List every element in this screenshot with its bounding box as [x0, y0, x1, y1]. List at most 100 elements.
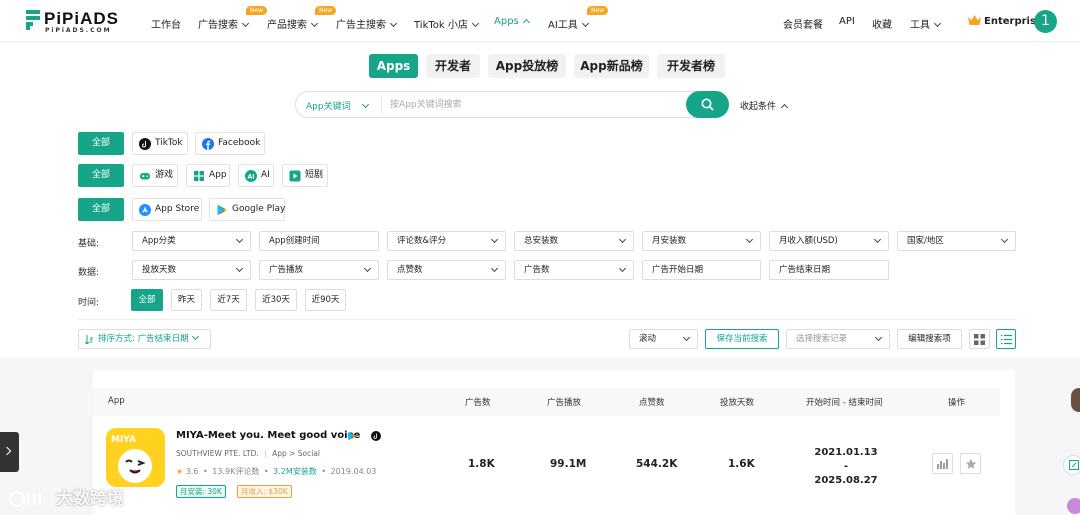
platform-facebook-chip[interactable]: Facebook [195, 132, 265, 155]
total-installs-select[interactable]: 总安装数 [514, 231, 634, 251]
monthly-revenue-select[interactable]: 月收入额(USD) [769, 231, 889, 251]
country-region-select[interactable]: 国家/地区 [897, 231, 1016, 251]
monthly-installs-tag: 月安装: 30K [176, 485, 226, 498]
grid-view-button[interactable] [969, 329, 990, 349]
brand-sub: PiPiADS.COM [45, 27, 112, 34]
ai-icon: AI [245, 170, 257, 182]
likes-select[interactable]: 点赞数 [387, 260, 506, 280]
sort-by-select[interactable]: 排序方式: 广告结束日期 [78, 329, 211, 349]
chat-widget-icon[interactable] [1067, 498, 1080, 514]
svg-text:AI: AI [248, 173, 255, 180]
platform-tiktok-chip[interactable]: TikTok [132, 132, 188, 155]
avatar[interactable]: 1 [1034, 10, 1057, 33]
category-short-drama-chip[interactable]: 短剧 [282, 164, 328, 187]
search-input[interactable] [390, 96, 680, 114]
col-ads[interactable]: 广告数 [465, 396, 491, 408]
nav-tiktok-shop[interactable]: TikTok 小店 [414, 16, 479, 31]
ad-end-date-picker[interactable]: 广告结束日期 [769, 260, 889, 280]
nav-favorites[interactable]: 收藏 [872, 16, 892, 31]
chevron-down-icon [361, 100, 369, 109]
nav-advertiser-search[interactable]: 广告主搜索 [336, 16, 398, 31]
category-ai-chip[interactable]: AI AI [238, 164, 274, 187]
store-all-button[interactable]: 全部 [78, 198, 124, 221]
ad-count-select[interactable]: 广告数 [514, 260, 634, 280]
tab-developers[interactable]: 开发者 [426, 54, 480, 78]
miya-app-logo-icon: MIYA [111, 435, 152, 483]
list-view-button[interactable] [996, 329, 1016, 349]
chevron-down-icon [682, 333, 691, 342]
nav-product-search[interactable]: 产品搜索 [267, 16, 319, 31]
store-google-play-chip[interactable]: Google Play [209, 198, 285, 221]
nav-ad-search[interactable]: 广告搜索 [198, 16, 250, 31]
brand-name[interactable]: PiPiADS [44, 9, 119, 29]
end-date: 2025.08.27 [814, 475, 878, 486]
time-all-button[interactable]: 全部 [131, 289, 163, 311]
edit-search-items-button[interactable]: 编辑搜索项 [897, 329, 962, 349]
scroll-mode-select[interactable]: 滚动 [629, 329, 698, 349]
time-30-days-button[interactable]: 近30天 [255, 289, 297, 311]
favorite-button[interactable] [960, 453, 981, 474]
search-button[interactable] [686, 91, 729, 118]
save-search-button[interactable]: 保存当前搜索 [705, 329, 779, 349]
tab-apps[interactable]: Apps [369, 54, 418, 78]
nav-workbench[interactable]: 工作台 [151, 16, 181, 31]
feedback-button[interactable] [1063, 455, 1080, 475]
tab-developer-ranking[interactable]: 开发者榜 [657, 54, 725, 78]
data-filters-label: 数据: [78, 268, 100, 278]
tab-app-ad-ranking[interactable]: App投放榜 [488, 54, 566, 78]
watermark: 大数跨境 [8, 484, 124, 509]
app-category: App > Social [272, 449, 321, 458]
helper-avatar[interactable] [1071, 388, 1080, 412]
search-bar: App关键词 [295, 91, 729, 118]
analytics-button[interactable] [932, 453, 953, 474]
chevron-right-icon [2, 446, 12, 456]
gamepad-icon [140, 173, 150, 180]
reviews-rating-select[interactable]: 评论数&评分 [387, 231, 506, 251]
chevron-down-icon [581, 19, 589, 28]
crown-icon [968, 15, 981, 25]
col-start-end-time[interactable]: 开始时间 - 结束时间 [806, 396, 882, 408]
platform-all-button[interactable]: 全部 [78, 132, 124, 155]
nav-ai-tools[interactable]: AI工具 [548, 16, 589, 31]
search-type-select[interactable]: App关键词 [306, 99, 369, 112]
tab-app-new-ranking[interactable]: App新品榜 [574, 54, 649, 78]
list-view-icon [1001, 334, 1012, 345]
category-app-chip[interactable]: App [186, 164, 230, 187]
app-created-date-picker[interactable]: App创建时间 [259, 231, 379, 251]
time-7-days-button[interactable]: 近7天 [210, 289, 247, 311]
category-all-button[interactable]: 全部 [78, 164, 124, 187]
search-history-select[interactable]: 选择搜索记录 [786, 329, 890, 349]
time-90-days-button[interactable]: 近90天 [305, 289, 346, 311]
nav-api[interactable]: API [839, 16, 855, 27]
side-panel-toggle[interactable] [0, 432, 19, 472]
collapse-filters-toggle[interactable]: 收起条件 [740, 99, 789, 112]
nav-membership[interactable]: 会员套餐 [783, 16, 823, 31]
ad-plays-select[interactable]: 广告播放 [259, 260, 379, 280]
app-category-select[interactable]: App分类 [132, 231, 251, 251]
chevron-down-icon [471, 19, 479, 28]
ad-start-date-picker[interactable]: 广告开始日期 [642, 260, 761, 280]
monthly-installs-select[interactable]: 月安装数 [642, 231, 761, 251]
app-name[interactable]: MIYA-Meet you. Meet good voice [176, 430, 360, 441]
app-icon[interactable]: MIYA [106, 428, 165, 487]
col-likes[interactable]: 点赞数 [639, 396, 665, 408]
app-stats-line: ★ 3.6 • 13.9K评论数 • 3.2M安装数 • 2019.04.03 [176, 467, 377, 476]
col-plays[interactable]: 广告播放 [547, 396, 581, 408]
pipiads-logo-icon[interactable] [26, 10, 40, 30]
nav-apps[interactable]: Apps [494, 16, 530, 27]
top-nav-bar: PiPiADS PiPiADS.COM 工作台 广告搜索 New 产品搜索 Ne… [0, 0, 1080, 42]
store-app-store-chip[interactable]: App Store [132, 198, 202, 221]
chevron-down-icon [618, 235, 627, 244]
video-play-icon [289, 170, 301, 182]
nav-tools[interactable]: 工具 [910, 16, 942, 31]
category-games-chip[interactable]: 游戏 [132, 164, 178, 187]
ad-plays-value: 99.1M [550, 458, 587, 470]
col-ad-days[interactable]: 投放天数 [720, 396, 754, 408]
col-app: App [108, 396, 125, 406]
chevron-down-icon [310, 19, 319, 28]
ad-days-select[interactable]: 投放天数 [132, 260, 251, 280]
app-rating: 3.6 [185, 467, 199, 476]
time-yesterday-button[interactable]: 昨天 [171, 289, 202, 311]
chevron-down-icon [745, 235, 754, 244]
app-developer[interactable]: SOUTHVIEW PTE. LTD. [176, 449, 259, 458]
